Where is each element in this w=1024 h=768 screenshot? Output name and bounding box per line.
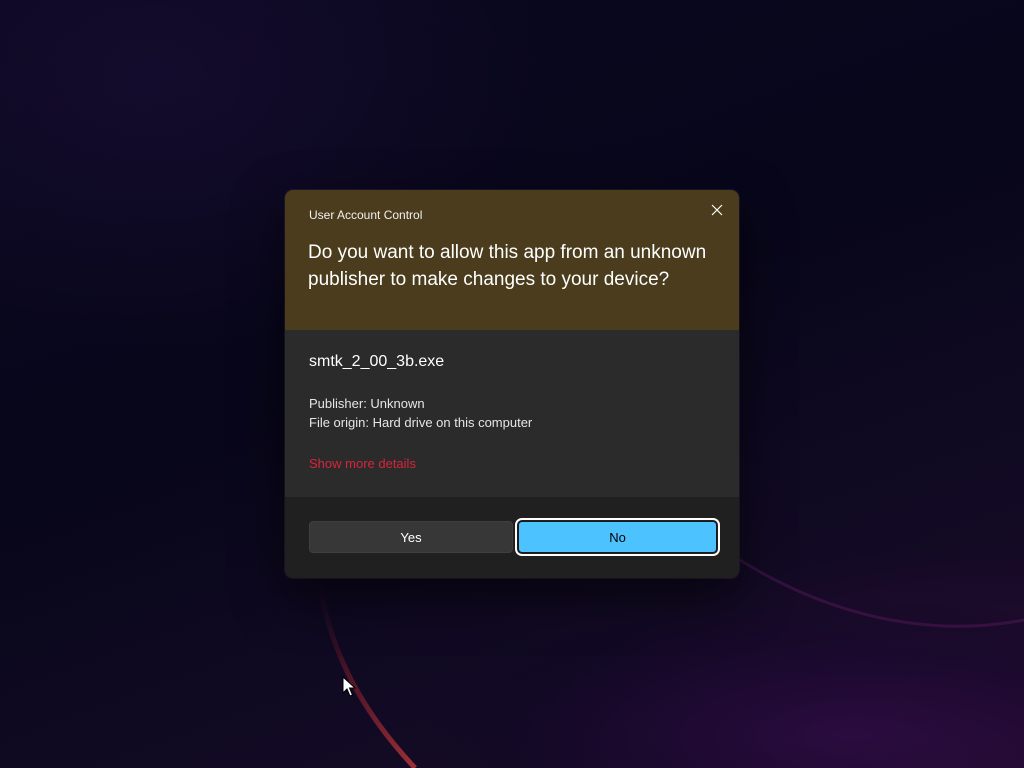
uac-dialog: User Account Control Do you want to allo… bbox=[285, 190, 739, 578]
close-button[interactable] bbox=[703, 196, 731, 224]
dialog-title: User Account Control bbox=[309, 208, 423, 222]
no-button[interactable]: No bbox=[515, 518, 720, 556]
dialog-question: Do you want to allow this app from an un… bbox=[308, 242, 707, 290]
show-more-details-link[interactable]: Show more details bbox=[309, 456, 416, 471]
close-icon bbox=[711, 204, 723, 216]
yes-button[interactable]: Yes bbox=[309, 521, 513, 553]
file-origin-label: File origin: Hard drive on this computer bbox=[309, 415, 533, 430]
dialog-footer: Yes No bbox=[285, 497, 739, 578]
file-name: smtk_2_00_3b.exe bbox=[309, 353, 445, 370]
publisher-label: Publisher: Unknown bbox=[309, 396, 425, 411]
dialog-body: smtk_2_00_3b.exe Publisher: Unknown File… bbox=[285, 330, 739, 497]
mouse-pointer-icon bbox=[342, 676, 356, 697]
dialog-header: User Account Control Do you want to allo… bbox=[285, 190, 739, 330]
